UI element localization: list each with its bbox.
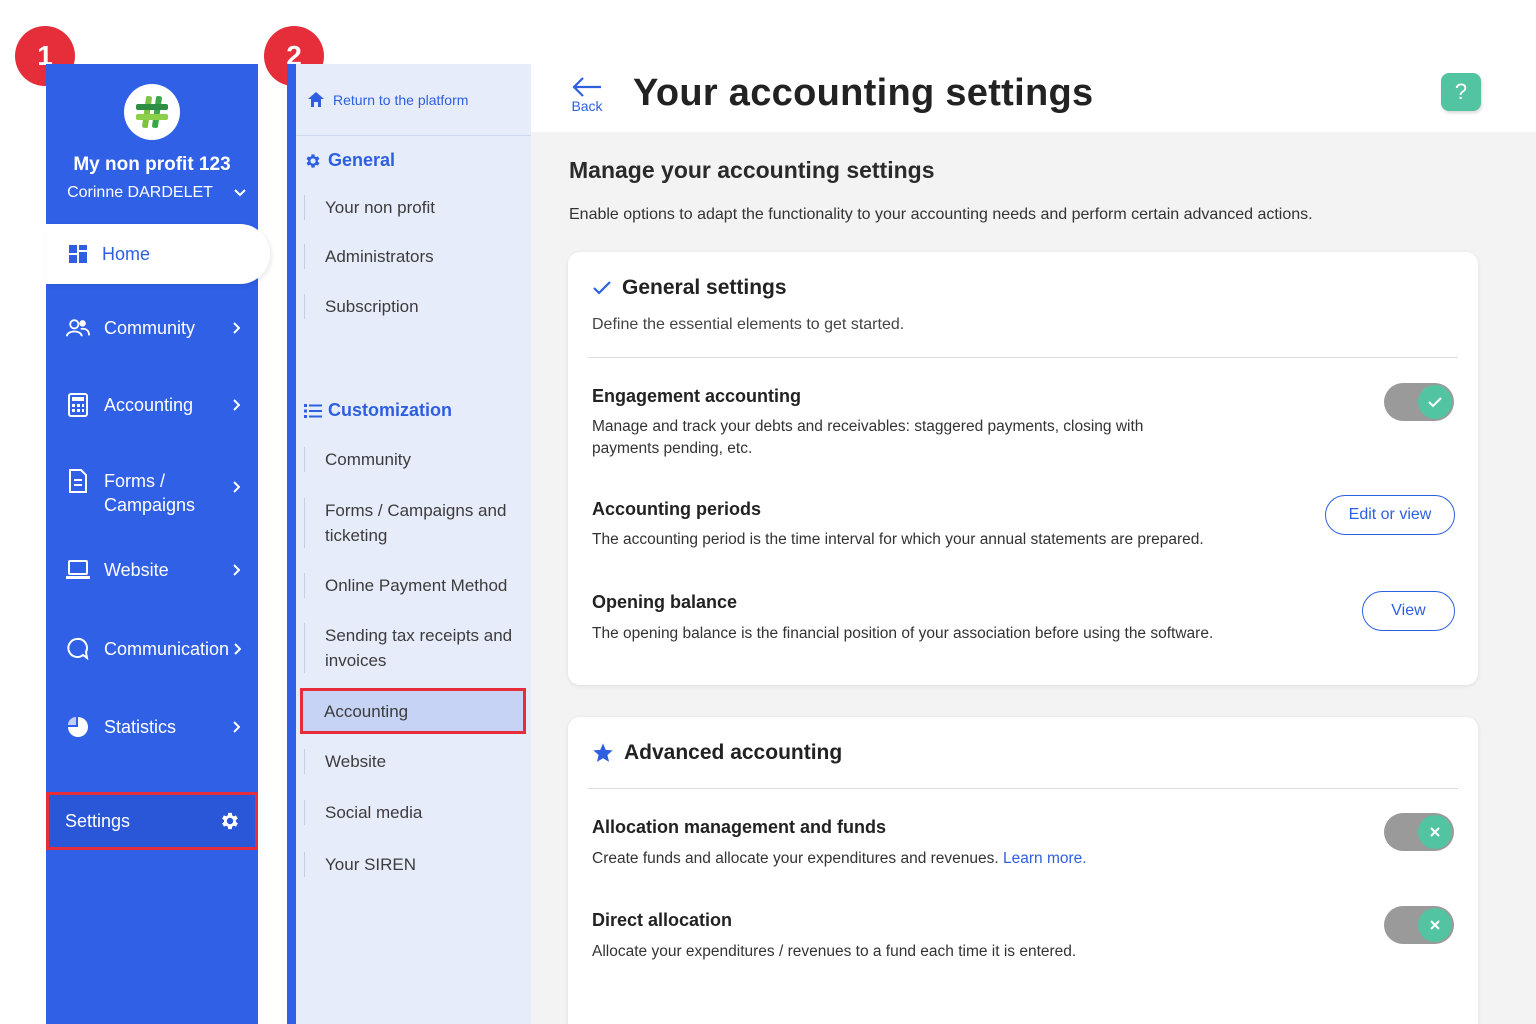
chevron-right-icon: [228, 564, 244, 576]
return-to-platform-link[interactable]: Return to the platform: [296, 64, 531, 136]
gear-icon: [222, 812, 238, 830]
nav-forms-label: Forms / Campaigns: [104, 471, 196, 515]
subnav-accounting[interactable]: Accounting: [300, 688, 526, 734]
direct-allocation-title: Direct allocation: [592, 910, 733, 930]
primary-sidebar: My non profit 123 Corinne DARDELET Home …: [46, 64, 270, 1024]
close-icon: [1418, 815, 1452, 849]
advanced-heading: Advanced accounting: [592, 741, 842, 765]
opening-title: Opening balance: [592, 592, 738, 612]
secondary-sidebar: Return to the platform General Your non …: [287, 64, 531, 1024]
nav-home-label: Home: [102, 243, 151, 264]
general-settings-title: General settings: [622, 276, 787, 299]
divider: [588, 357, 1458, 358]
nav-settings-label: Settings: [65, 810, 131, 831]
pie-chart-icon: [66, 715, 90, 739]
nav-home[interactable]: Home: [46, 224, 270, 284]
chevron-right-icon: [228, 399, 244, 411]
grid-icon: [69, 245, 87, 263]
check-icon: [1418, 385, 1452, 419]
document-icon: [66, 469, 90, 493]
home-icon: [308, 92, 324, 107]
view-button[interactable]: View: [1362, 591, 1455, 631]
periods-description: The accounting period is the time interv…: [592, 531, 1204, 548]
allocation-toggle[interactable]: [1384, 813, 1454, 851]
direct-allocation-toggle[interactable]: [1384, 906, 1454, 944]
gear-icon: [306, 153, 320, 168]
subnav-social-media[interactable]: Social media: [304, 800, 532, 825]
subnav-subscription[interactable]: Subscription: [304, 294, 532, 319]
nav-statistics-label: Statistics: [104, 717, 177, 737]
nav-community-label: Community: [104, 318, 196, 338]
laptop-icon: [66, 558, 90, 582]
chat-icon: [66, 637, 90, 661]
section-customization-title: Customization: [328, 400, 452, 420]
general-settings-subtitle: Define the essential elements to get sta…: [592, 316, 905, 333]
subnav-your-non-profit[interactable]: Your non profit: [304, 195, 532, 220]
advanced-accounting-card: Advanced accounting Allocation managemen…: [568, 717, 1478, 1024]
nav-communication[interactable]: Communication: [46, 637, 258, 661]
nav-website-label: Website: [104, 560, 169, 580]
arrow-left-icon: [572, 77, 601, 97]
opening-description: The opening balance is the financial pos…: [592, 625, 1214, 642]
section-customization: Customization: [304, 400, 452, 421]
org-name: My non profit 123: [73, 154, 231, 175]
page-title: Your accounting settings: [633, 72, 1094, 114]
allocation-description: Create funds and allocate your expenditu…: [592, 848, 1232, 870]
nav-accounting[interactable]: Accounting: [46, 393, 258, 417]
calculator-icon: [66, 393, 90, 417]
community-icon: [66, 316, 90, 340]
back-button[interactable]: Back: [569, 76, 605, 114]
edit-or-view-button[interactable]: Edit or view: [1325, 495, 1455, 535]
allocation-description-text: Create funds and allocate your expenditu…: [592, 850, 999, 867]
nav-communication-label: Communication: [104, 639, 230, 659]
chevron-right-icon: [229, 643, 244, 655]
chevron-right-icon: [228, 721, 244, 733]
return-label: Return to the platform: [333, 91, 469, 108]
subnav-online-payment-method[interactable]: Online Payment Method: [304, 573, 532, 598]
general-settings-card: General settings Define the essential el…: [568, 252, 1478, 685]
engagement-description: Manage and track your debts and receivab…: [592, 418, 1144, 457]
nav-community[interactable]: Community: [46, 316, 258, 340]
help-button[interactable]: ?: [1441, 73, 1481, 111]
list-icon: [304, 403, 322, 418]
checkmark-icon: [593, 281, 611, 295]
nav-settings[interactable]: Settings: [46, 792, 258, 850]
close-icon: [1418, 908, 1452, 942]
subnav-website[interactable]: Website: [304, 749, 532, 774]
org-block[interactable]: My non profit 123 Corinne DARDELET: [46, 64, 258, 224]
chevron-right-icon: [228, 481, 244, 493]
engagement-toggle[interactable]: [1384, 383, 1454, 421]
subnav-your-siren[interactable]: Your SIREN: [304, 852, 532, 877]
star-icon: [593, 743, 613, 762]
subnav-administrators[interactable]: Administrators: [304, 244, 532, 269]
subnav-tax-receipts-invoices[interactable]: Sending tax receipts and invoices: [304, 623, 532, 673]
section-general-title: General: [328, 150, 396, 170]
divider: [588, 788, 1458, 789]
main-content: Back Your accounting settings ? Manage y…: [531, 0, 1536, 1024]
learn-more-link[interactable]: Learn more.: [1003, 850, 1087, 867]
manage-title: Manage your accounting settings: [569, 157, 935, 183]
nav-forms-campaigns[interactable]: Forms / Campaigns: [46, 469, 258, 517]
org-logo-icon: [124, 84, 180, 140]
nav-statistics[interactable]: Statistics: [46, 715, 258, 739]
subnav-community[interactable]: Community: [304, 447, 532, 472]
engagement-title: Engagement accounting: [592, 386, 802, 406]
general-settings-heading: General settings: [592, 276, 787, 300]
manage-description: Enable options to adapt the functionalit…: [569, 206, 1313, 223]
user-name: Corinne DARDELET: [67, 184, 213, 201]
chevron-down-icon: [234, 189, 246, 197]
subnav-forms-campaigns-ticketing[interactable]: Forms / Campaigns and ticketing: [304, 498, 532, 548]
nav-website[interactable]: Website: [46, 558, 258, 582]
back-label: Back: [571, 98, 603, 114]
page-header: Back Your accounting settings ?: [531, 0, 1536, 132]
chevron-right-icon: [228, 322, 244, 334]
allocation-title: Allocation management and funds: [592, 817, 887, 837]
section-general: General: [304, 150, 395, 171]
advanced-title: Advanced accounting: [624, 741, 843, 764]
periods-title: Accounting periods: [592, 499, 762, 519]
user-switcher[interactable]: Corinne DARDELET: [46, 184, 258, 202]
direct-allocation-description: Allocate your expenditures / revenues to…: [592, 943, 1077, 960]
nav-accounting-label: Accounting: [104, 395, 194, 415]
